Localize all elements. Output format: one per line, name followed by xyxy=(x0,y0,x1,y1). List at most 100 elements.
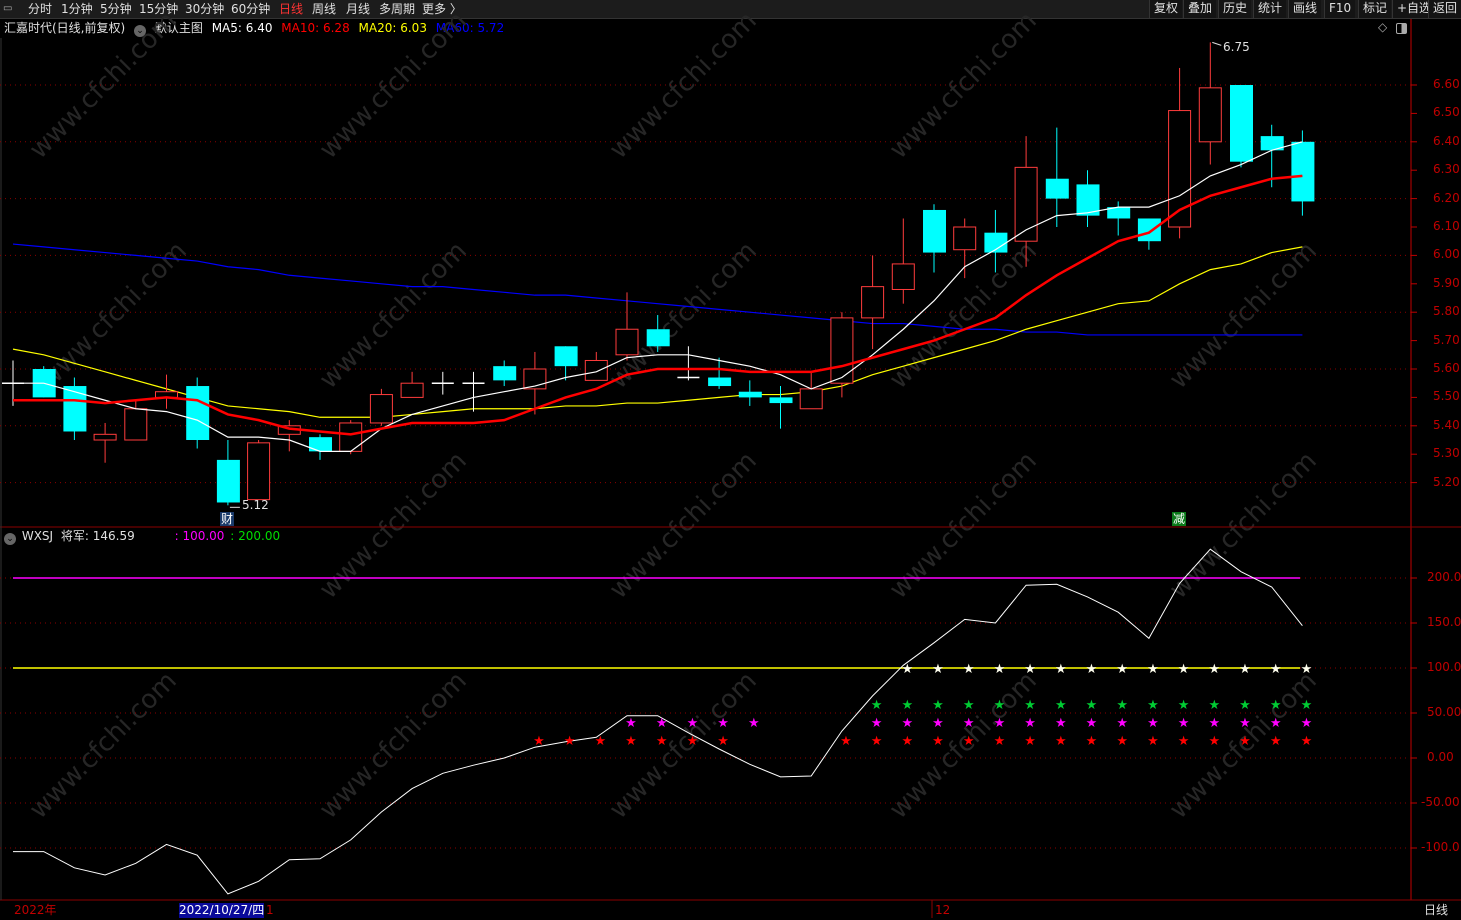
star-signal-icon: ★ xyxy=(963,716,975,731)
price-axis-label: 5.90 xyxy=(1433,275,1460,290)
star-signal-icon: ★ xyxy=(1208,734,1220,749)
star-signal-icon: ★ xyxy=(1147,716,1159,731)
star-signal-icon: ★ xyxy=(871,698,883,713)
star-signal-icon: ★ xyxy=(533,734,545,749)
high-arrow-icon xyxy=(1212,41,1222,46)
star-signal-icon: ★ xyxy=(1208,698,1220,713)
star-signal-icon: ★ xyxy=(932,698,944,713)
down-candle xyxy=(1045,178,1069,199)
star-signal-icon: ★ xyxy=(1055,662,1067,677)
finance-event-tag[interactable]: 财 xyxy=(220,512,235,526)
star-signal-icon: ★ xyxy=(1178,734,1190,749)
star-signal-icon: ★ xyxy=(1055,716,1067,731)
down-candle xyxy=(646,329,670,347)
watermark: www.cfchi.com xyxy=(24,6,183,165)
chevron-down-icon[interactable]: ⌄ xyxy=(4,533,16,545)
indicator-axis-label: -50.00 xyxy=(1421,795,1460,809)
star-signal-icon: ★ xyxy=(840,734,852,749)
watermark: www.cfchi.com xyxy=(1164,236,1323,395)
price-axis-label: 5.60 xyxy=(1433,361,1460,375)
star-signal-icon: ★ xyxy=(1147,698,1159,713)
star-signal-icon: ★ xyxy=(1208,716,1220,731)
star-signal-icon: ★ xyxy=(717,716,729,731)
indicator-axis-label: 50.00 xyxy=(1427,705,1461,719)
watermark: www.cfchi.com xyxy=(314,6,473,165)
up-candle xyxy=(830,317,854,384)
indicator-axis-label: 200.0 xyxy=(1427,570,1461,584)
price-axis-label: 6.00 xyxy=(1433,247,1460,262)
star-signal-icon: ★ xyxy=(1301,662,1313,677)
up-candle xyxy=(93,433,117,441)
star-signal-icon: ★ xyxy=(656,734,668,749)
cursor-date-label: 2022/10/27/四 xyxy=(179,903,265,918)
reduce-holding-tag[interactable]: 减 xyxy=(1172,512,1187,526)
price-axis-label: 5.50 xyxy=(1433,389,1460,404)
price-axis-label: 6.10 xyxy=(1433,219,1460,233)
indicator-line1-value: : 100.00 xyxy=(174,529,225,543)
up-candle xyxy=(400,382,424,398)
star-signal-icon: ★ xyxy=(901,698,913,713)
star-signal-icon: ★ xyxy=(901,734,913,749)
star-signal-icon: ★ xyxy=(1116,662,1128,677)
price-axis-label: 6.40 xyxy=(1433,133,1460,148)
indicator-axis-label: 150.0 xyxy=(1427,615,1461,629)
month-label-1: 1 xyxy=(266,903,274,917)
up-candle xyxy=(615,328,639,356)
star-signal-icon: ★ xyxy=(1024,716,1036,731)
star-signal-icon: ★ xyxy=(1086,698,1098,713)
kline-chart[interactable]: www.cfchi.com www.cfchi.com www.cfchi.com w… xyxy=(0,0,1461,920)
down-candle xyxy=(923,209,946,253)
up-candle xyxy=(891,263,915,290)
up-candle xyxy=(584,359,608,381)
down-candle xyxy=(493,366,517,381)
up-candle xyxy=(124,408,148,441)
time-axis: 2022年 2022/10/27/四 1 12 日线 xyxy=(0,901,1461,920)
star-signal-icon: ★ xyxy=(994,734,1006,749)
down-candle xyxy=(738,391,762,398)
star-signal-icon: ★ xyxy=(717,734,729,749)
indicator-axis-label: -100.0 xyxy=(1421,840,1460,854)
price-axis-label: 5.20 xyxy=(1433,474,1460,489)
down-candle xyxy=(1291,141,1315,202)
price-axis-label: 5.80 xyxy=(1433,304,1460,319)
star-signal-icon: ★ xyxy=(1055,734,1067,749)
up-candle xyxy=(861,286,885,319)
star-signal-icon: ★ xyxy=(1301,734,1313,749)
star-signal-icon: ★ xyxy=(994,662,1006,677)
price-axis-label: 5.70 xyxy=(1433,332,1460,347)
price-axis-label: 6.30 xyxy=(1433,162,1460,177)
up-candle xyxy=(1198,87,1222,143)
watermark: www.cfchi.com xyxy=(314,666,473,825)
price-axis-label: 6.60 xyxy=(1433,77,1460,91)
star-signal-icon: ★ xyxy=(748,716,760,731)
watermark: www.cfchi.com xyxy=(1164,446,1323,605)
watermark: www.cfchi.com xyxy=(884,6,1043,165)
star-signal-icon: ★ xyxy=(1024,698,1036,713)
star-signal-icon: ★ xyxy=(901,716,913,731)
star-signal-icon: ★ xyxy=(656,716,668,731)
indicator-axis-label: 100.0 xyxy=(1427,660,1461,674)
star-signal-icon: ★ xyxy=(1239,698,1251,713)
star-signal-icon: ★ xyxy=(932,716,944,731)
down-candle xyxy=(63,386,87,432)
indicator-name[interactable]: WXSJ xyxy=(22,529,53,543)
star-signal-icon: ★ xyxy=(687,716,699,731)
period-label[interactable]: 日线 xyxy=(1424,903,1448,918)
watermark: www.cfchi.com xyxy=(314,236,473,395)
watermark: www.cfchi.com xyxy=(24,666,183,825)
star-signal-icon: ★ xyxy=(1270,662,1282,677)
watermark: www.cfchi.com xyxy=(604,6,763,165)
star-signal-icon: ★ xyxy=(1270,698,1282,713)
up-candle xyxy=(369,394,393,424)
star-signal-icon: ★ xyxy=(594,734,606,749)
star-signal-icon: ★ xyxy=(1024,734,1036,749)
star-signal-icon: ★ xyxy=(1147,662,1159,677)
star-signal-icon: ★ xyxy=(932,662,944,677)
price-axis-label: 6.50 xyxy=(1433,105,1460,120)
down-candle xyxy=(554,346,578,367)
star-signal-icon: ★ xyxy=(564,734,576,749)
watermark: www.cfchi.com xyxy=(34,236,193,395)
star-signal-icon: ★ xyxy=(1270,716,1282,731)
star-signal-icon: ★ xyxy=(1055,698,1067,713)
star-signal-icon: ★ xyxy=(625,716,637,731)
